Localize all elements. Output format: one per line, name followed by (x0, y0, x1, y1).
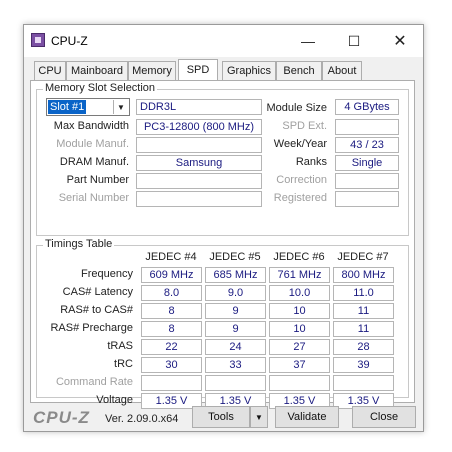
module-manuf-field (136, 137, 262, 153)
module-manuf-label: Module Manuf. (56, 138, 129, 150)
timings-cell: 10 (269, 303, 330, 319)
part-number-label: Part Number (66, 174, 129, 186)
module-size-label: Module Size (266, 102, 327, 114)
ranks-label: Ranks (295, 156, 327, 168)
timings-cell: 609 MHz (141, 267, 202, 283)
slot-select-value: Slot #1 (48, 100, 87, 114)
memory-slot-group: Memory Slot Selection Slot #1 ▼ DDR3L Ma… (36, 82, 409, 236)
dram-manuf-label: DRAM Manuf. (59, 156, 129, 168)
timings-cell: 24 (205, 339, 266, 355)
timings-cell: 10.0 (269, 285, 330, 301)
close-button[interactable]: Close (352, 406, 416, 428)
cpuz-window: CPU-Z — ☐ ✕ CPU Mainboard Memory SPD Gra… (23, 24, 424, 432)
timings-cell: 10 (269, 321, 330, 337)
tools-dropdown-icon[interactable]: ▼ (250, 406, 268, 428)
tab-bench[interactable]: Bench (276, 61, 322, 80)
week-year-field: 43 / 23 (335, 137, 399, 153)
spd-ext-label: SPD Ext. (282, 120, 327, 132)
spd-page: Memory Slot Selection Slot #1 ▼ DDR3L Ma… (30, 80, 415, 409)
slot-select[interactable]: Slot #1 ▼ (46, 98, 130, 116)
tab-mainboard[interactable]: Mainboard (66, 61, 128, 80)
serial-number-field (136, 191, 262, 207)
tab-spd[interactable]: SPD (178, 59, 218, 80)
timings-cell: 30 (141, 357, 202, 373)
title-bar: CPU-Z — ☐ ✕ (24, 25, 423, 57)
timings-row-label: Command Rate (55, 376, 133, 388)
memory-type-field: DDR3L (136, 99, 262, 115)
timings-cell: 28 (333, 339, 394, 355)
timings-cell (269, 375, 330, 391)
max-bandwidth-field: PC3-12800 (800 MHz) (136, 119, 262, 135)
timings-cell: 9 (205, 321, 266, 337)
part-number-field (136, 173, 262, 189)
timings-row-label: RAS# to CAS# (60, 304, 133, 316)
timings-cell: 685 MHz (205, 267, 266, 283)
tools-button[interactable]: Tools (192, 406, 250, 428)
timings-row-label: CAS# Latency (62, 286, 133, 298)
timings-cell: 33 (205, 357, 266, 373)
timings-row-label: RAS# Precharge (50, 322, 133, 334)
tab-cpu[interactable]: CPU (34, 61, 66, 80)
timings-cell: 27 (269, 339, 330, 355)
tab-memory[interactable]: Memory (128, 61, 176, 80)
timings-column-header: JEDEC #6 (273, 251, 325, 263)
version-label: Ver. 2.09.0.x64 (105, 413, 179, 425)
memory-slot-group-title: Memory Slot Selection (43, 82, 158, 94)
validate-button[interactable]: Validate (275, 406, 339, 428)
module-size-field: 4 GBytes (335, 99, 399, 115)
timings-cell: 11 (333, 321, 394, 337)
timings-cell: 800 MHz (333, 267, 394, 283)
timings-row-label: Frequency (81, 268, 133, 280)
ranks-field: Single (335, 155, 399, 171)
timings-column-header: JEDEC #4 (145, 251, 197, 263)
timings-cell (205, 375, 266, 391)
timings-column-header: JEDEC #5 (209, 251, 261, 263)
registered-field (335, 191, 399, 207)
timings-cell: 8 (141, 303, 202, 319)
timings-group-title: Timings Table (43, 238, 115, 250)
timings-column-header: JEDEC #7 (337, 251, 389, 263)
timings-cell: 9.0 (205, 285, 266, 301)
correction-field (335, 173, 399, 189)
timings-cell: 8 (141, 321, 202, 337)
tab-graphics[interactable]: Graphics (222, 61, 276, 80)
timings-group: Timings Table JEDEC #4 JEDEC #5 JEDEC #6 JE… (36, 238, 409, 409)
timings-cell: 8.0 (141, 285, 202, 301)
timings-row-label: tRC (114, 358, 133, 370)
timings-cell: 11 (333, 303, 394, 319)
timings-cell: 11.0 (333, 285, 394, 301)
dram-manuf-field: Samsung (136, 155, 262, 171)
close-icon[interactable]: ✕ (377, 25, 423, 57)
window-title: CPU-Z (51, 34, 88, 48)
timings-cell (333, 375, 394, 391)
max-bandwidth-label: Max Bandwidth (53, 120, 129, 132)
cpuz-app-icon (31, 33, 45, 47)
timings-cell: 22 (141, 339, 202, 355)
registered-label: Registered (273, 192, 327, 204)
timings-row-label: tRAS (107, 340, 133, 352)
chevron-down-icon[interactable]: ▼ (113, 100, 128, 114)
timings-cell (141, 375, 202, 391)
maximize-icon[interactable]: ☐ (331, 25, 377, 57)
correction-label: Correction (276, 174, 327, 186)
serial-number-label: Serial Number (58, 192, 129, 204)
spd-ext-field (335, 119, 399, 135)
week-year-label: Week/Year (273, 138, 327, 150)
timings-cell: 761 MHz (269, 267, 330, 283)
timings-row-label: Voltage (96, 394, 133, 406)
timings-cell: 37 (269, 357, 330, 373)
minimize-icon[interactable]: — (285, 25, 331, 57)
tab-about[interactable]: About (322, 61, 362, 80)
timings-cell: 9 (205, 303, 266, 319)
cpuz-logo: CPU-Z (33, 408, 90, 427)
timings-cell: 39 (333, 357, 394, 373)
